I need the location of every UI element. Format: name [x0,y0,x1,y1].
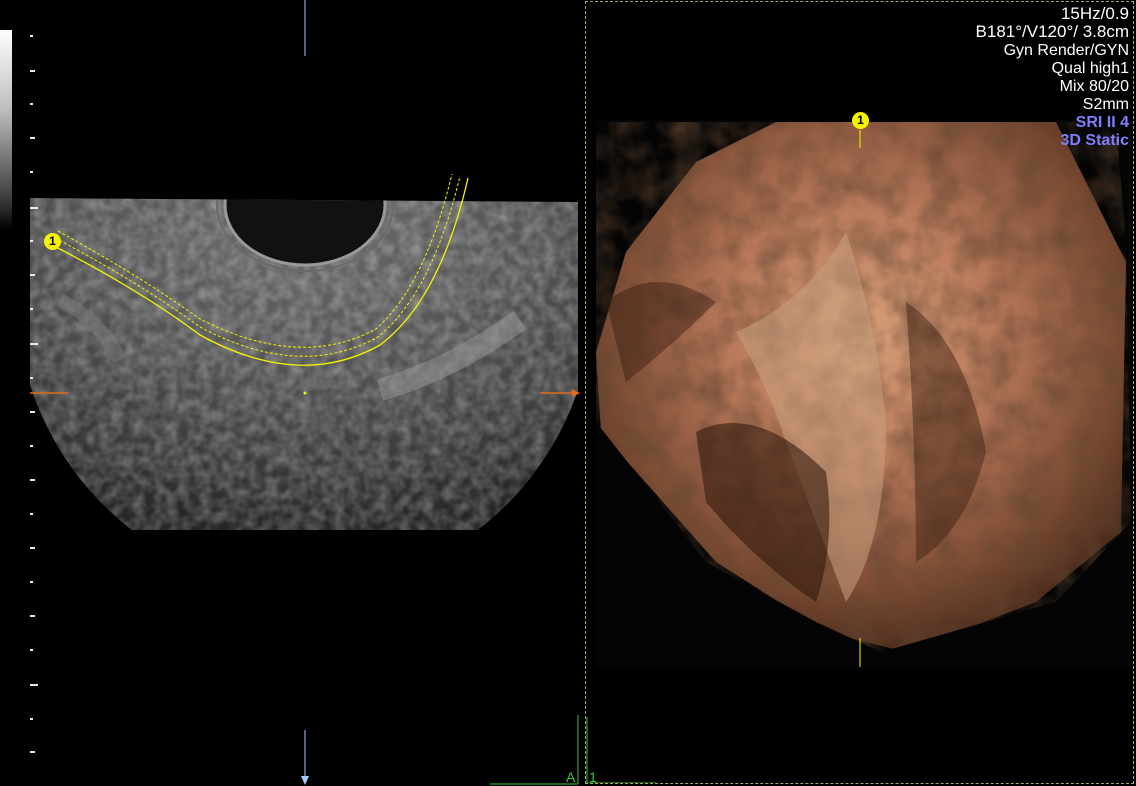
frame-rate-text: 15Hz/0.9 [1060,4,1129,23]
angles-text: B181°/V120°/ 3.8cm [975,22,1129,41]
depth-tick [30,479,35,481]
depth-tick [30,103,33,105]
render-mode-text: Gyn Render/GYN [1003,42,1129,59]
mix-text: Mix 80/20 [1059,78,1129,95]
center-point [303,391,307,395]
render-start-marker[interactable]: 1 [44,233,61,250]
depth-tick [30,718,33,720]
depth-tick [30,171,33,173]
depth-tick [30,343,38,345]
bmode-image[interactable] [0,0,583,786]
bmode-panel[interactable]: 1 A [0,0,583,786]
depth-tick [30,547,35,549]
render-panel[interactable]: 1 15Hz/0.9 B181°/V120°/ 3.8cm Gyn Render… [585,1,1134,784]
axis-label-a: A [566,769,576,785]
quality-text: Qual high1 [1051,60,1129,77]
depth-tick [30,207,38,209]
depth-tick [30,35,33,37]
depth-tick [30,445,33,447]
depth-tick [30,751,35,753]
depth-tick [30,615,35,617]
depth-tick [30,70,35,72]
sri-text: SRI II 4 [1075,114,1129,131]
depth-tick [30,274,35,276]
slice-text: S2mm [1082,96,1129,113]
axis-label-1: 1 [589,769,597,785]
depth-tick [30,240,33,242]
depth-tick [30,137,35,139]
mode-text: 3D Static [1060,132,1129,149]
render-view-marker[interactable]: 1 [852,112,869,129]
depth-tick [30,308,33,310]
depth-tick [30,377,33,379]
depth-tick [30,684,38,686]
depth-tick [30,649,33,651]
depth-tick [30,513,33,515]
depth-tick [30,411,35,413]
depth-tick [30,581,33,583]
bottom-arrow-icon [301,776,309,785]
